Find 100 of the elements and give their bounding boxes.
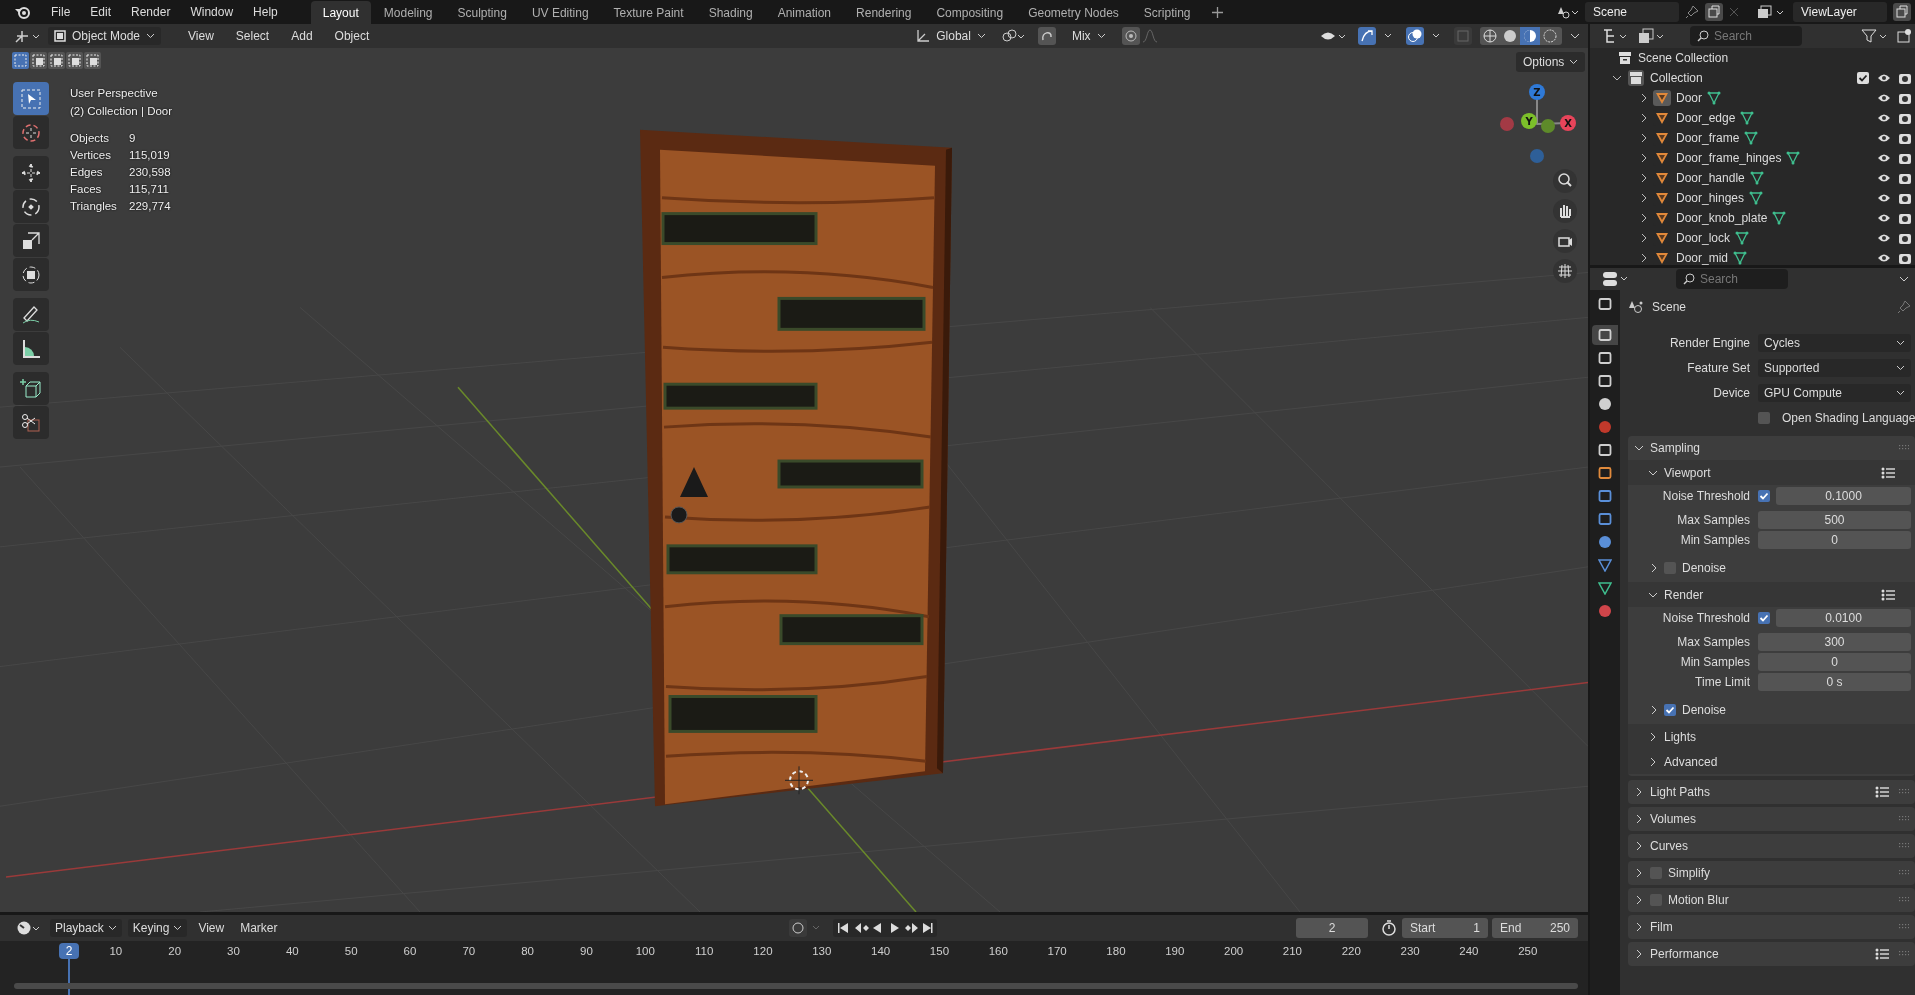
tool-button[interactable] — [13, 190, 49, 223]
number-field[interactable]: 0 — [1758, 531, 1911, 549]
object-label[interactable]: Door_frame — [1676, 131, 1740, 145]
menu-item[interactable]: Add — [282, 26, 322, 46]
object-label[interactable]: Door_hinges — [1676, 191, 1745, 205]
new-collection-icon[interactable] — [1897, 28, 1911, 44]
menu-item[interactable]: Render — [122, 2, 180, 22]
object-label[interactable]: Door_handle — [1676, 171, 1745, 185]
eye-icon[interactable] — [1877, 233, 1891, 243]
copy-icon[interactable] — [1893, 3, 1911, 21]
drag-handle-icon[interactable] — [1899, 951, 1909, 957]
mode-dropdown[interactable]: Object Mode — [48, 27, 162, 45]
navigation-gizmo[interactable]: Z Y X — [1500, 84, 1576, 163]
eye-icon[interactable] — [1877, 213, 1891, 223]
object-label[interactable]: Door_frame_hinges — [1676, 151, 1782, 165]
triangle-mesh-icon[interactable] — [1749, 171, 1764, 185]
object-label[interactable]: Door_edge — [1676, 111, 1736, 125]
workspace-tab[interactable]: Sculpting — [445, 0, 519, 24]
mesh-object-icon[interactable] — [1653, 150, 1671, 166]
workspace-tab[interactable]: Layout — [310, 0, 371, 24]
mesh-object-icon[interactable] — [1653, 250, 1671, 265]
mesh-object-icon[interactable] — [1653, 90, 1671, 106]
eye-icon[interactable] — [1877, 173, 1891, 183]
panel-title[interactable]: Performance — [1650, 947, 1719, 961]
playback-controls-icon[interactable] — [832, 919, 937, 937]
scene-field[interactable]: Scene — [1585, 2, 1679, 22]
subpanel-title[interactable]: Lights — [1664, 729, 1697, 744]
eye-icon[interactable] — [1877, 113, 1891, 123]
mesh-object-icon[interactable] — [1653, 110, 1671, 126]
chevron-icon[interactable] — [1634, 922, 1644, 932]
workspace-tab[interactable]: Scripting — [1131, 0, 1203, 24]
copy-icon[interactable] — [1705, 3, 1723, 21]
mesh-object-icon[interactable] — [1653, 230, 1671, 246]
menu-item[interactable]: Select — [226, 26, 279, 46]
chevron-icon[interactable] — [1634, 895, 1644, 905]
chevron-icon[interactable] — [1570, 33, 1580, 39]
menu-item[interactable]: Object — [325, 26, 379, 46]
panel-title[interactable]: Volumes — [1650, 812, 1697, 826]
collection-label[interactable]: Collection — [1650, 71, 1703, 85]
triangle-mesh-icon[interactable] — [1735, 231, 1750, 245]
drag-handle-icon[interactable] — [1899, 870, 1909, 876]
pin-icon[interactable] — [1685, 5, 1699, 19]
menu-item[interactable]: View — [193, 919, 230, 937]
workspace-tab[interactable]: Modeling — [371, 0, 445, 24]
mesh-object-icon[interactable] — [1653, 170, 1671, 186]
checkbox[interactable] — [1664, 704, 1676, 716]
menu-item[interactable]: Help — [244, 2, 287, 22]
tool-button[interactable] — [13, 406, 49, 439]
number-field[interactable]: 500 — [1758, 511, 1911, 529]
tool-button[interactable] — [13, 224, 49, 257]
close-icon[interactable] — [1729, 7, 1739, 17]
triangle-mesh-icon[interactable] — [1749, 191, 1764, 205]
triangle-mesh-icon[interactable] — [1744, 131, 1759, 145]
mesh-object-icon[interactable] — [1653, 190, 1671, 206]
checkbox[interactable] — [1857, 72, 1869, 84]
selection-mode-icon[interactable] — [30, 52, 47, 69]
selection-mode-icon[interactable] — [66, 52, 83, 69]
chevron-icon[interactable] — [1648, 756, 1658, 767]
playhead[interactable]: 2 — [59, 943, 79, 959]
tool-button[interactable] — [13, 156, 49, 189]
workspace-tab[interactable]: Texture Paint — [601, 0, 696, 24]
subpanel-title[interactable]: Advanced — [1664, 754, 1718, 769]
workspace-tab[interactable]: Shading — [696, 0, 765, 24]
menu-item[interactable]: Keying — [127, 919, 188, 937]
eye-icon[interactable] — [1877, 73, 1891, 83]
eye-icon[interactable] — [1877, 153, 1891, 163]
chevron-icon[interactable] — [1634, 787, 1644, 797]
number-field[interactable]: 300 — [1758, 633, 1911, 651]
tool-button[interactable] — [13, 372, 49, 405]
checkbox[interactable] — [1758, 611, 1770, 624]
orientation-dropdown[interactable]: Global — [910, 27, 992, 45]
drag-handle-icon[interactable] — [1899, 445, 1909, 451]
menu-item[interactable]: File — [42, 2, 80, 22]
subpanel-title[interactable]: Render — [1664, 587, 1704, 602]
chevron-icon[interactable] — [1634, 841, 1644, 851]
hand-icon[interactable] — [1553, 199, 1577, 223]
dropdown[interactable]: Supported — [1758, 358, 1911, 377]
eye-icon[interactable] — [1877, 93, 1891, 103]
scrollbar[interactable] — [14, 983, 1578, 989]
end-frame-field[interactable]: End 250 — [1492, 918, 1578, 938]
grid-icon[interactable] — [1553, 259, 1577, 283]
number-field[interactable]: 0.0100 — [1776, 608, 1911, 627]
menu-item[interactable]: Playback — [50, 919, 122, 937]
snap-dropdown[interactable]: Mix — [1065, 27, 1112, 45]
search-field[interactable]: Search — [1690, 26, 1802, 46]
selection-mode-icon[interactable] — [48, 52, 65, 69]
subpanel-title[interactable]: Viewport — [1664, 465, 1711, 480]
menu-item[interactable]: Window — [181, 2, 243, 22]
panel-title[interactable]: Sampling — [1650, 441, 1701, 455]
drag-handle-icon[interactable] — [1899, 816, 1909, 822]
selection-mode-icon[interactable] — [84, 52, 101, 69]
workspace-tab[interactable]: Geometry Nodes — [1016, 0, 1131, 24]
number-field[interactable]: 0.1000 — [1776, 486, 1911, 505]
start-frame-field[interactable]: Start 1 — [1402, 918, 1488, 938]
search-field[interactable]: Search — [1676, 269, 1788, 289]
drag-handle-icon[interactable] — [1899, 789, 1909, 795]
object-label[interactable]: Door_knob_plate — [1676, 211, 1768, 225]
drag-handle-icon[interactable] — [1899, 924, 1909, 930]
chevron-icon[interactable] — [1899, 276, 1909, 282]
triangle-mesh-icon[interactable] — [1786, 151, 1801, 165]
